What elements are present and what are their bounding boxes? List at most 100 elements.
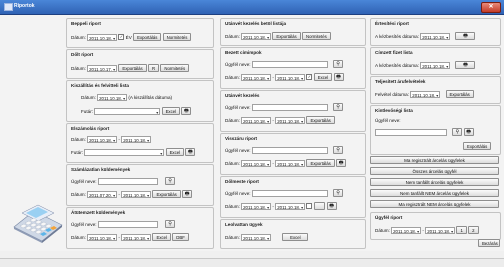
- ugyfel-input[interactable]: [97, 177, 158, 185]
- window-titlebar: Riportok ✕: [0, 0, 504, 15]
- ugyfel-label: Ügyfél neve:: [225, 190, 251, 196]
- export-button[interactable]: Exportálás: [272, 32, 301, 40]
- excel-button[interactable]: Excel: [165, 148, 185, 156]
- print-icon[interactable]: 🖶: [463, 128, 474, 136]
- date-from-picker[interactable]: 2011.10.18.: [241, 202, 272, 211]
- date-to-picker[interactable]: 2011.10.18.: [121, 190, 152, 199]
- ugyfel-input[interactable]: [251, 103, 328, 111]
- print-icon[interactable]: 🖶: [455, 32, 476, 40]
- binoculars-icon[interactable]: ⚲: [333, 189, 344, 197]
- normal-button[interactable]: Normitetés: [301, 32, 331, 40]
- close-button[interactable]: Bezárás: [478, 239, 500, 247]
- wide-button-2[interactable]: Összes árcelás ügyfél: [370, 167, 499, 175]
- date-picker[interactable]: 2011.10.17.: [87, 64, 118, 73]
- export-button[interactable]: Exportálás: [133, 33, 162, 41]
- excel-button[interactable]: Excel: [313, 73, 333, 81]
- date-picker[interactable]: 2011.10.18.: [97, 94, 128, 102]
- wide-button-4[interactable]: Nem tanfállt NEM árcelás ügyfelek: [370, 189, 499, 197]
- binoculars-icon[interactable]: ⚲: [452, 128, 463, 136]
- date-to-picker[interactable]: 2011.10.18.: [121, 233, 152, 242]
- ev-checkbox[interactable]: ✓: [118, 34, 125, 40]
- print-icon[interactable]: 🖶: [336, 159, 347, 167]
- date-to-picker[interactable]: 2011.10.18.: [425, 226, 456, 235]
- futar-select[interactable]: [94, 107, 161, 116]
- group-header: Dőlt riport: [71, 52, 94, 57]
- print-icon[interactable]: 🖶: [326, 202, 337, 210]
- binoculars-icon[interactable]: ⚲: [165, 177, 176, 185]
- group-cimzett-fizet: Címzett fizet lista A kézbesítés dátuma:…: [370, 47, 501, 75]
- date-from-picker[interactable]: 2011.10.18.: [87, 136, 118, 144]
- option-checkbox[interactable]: [306, 203, 313, 209]
- normal-button[interactable]: Normitetés: [160, 64, 190, 72]
- excel-button[interactable]: [313, 202, 326, 210]
- ugyfel-input[interactable]: [251, 60, 328, 68]
- ugyfel-input[interactable]: [375, 128, 447, 136]
- ugyfel-input[interactable]: [251, 146, 328, 154]
- ugyfel-input[interactable]: [251, 189, 328, 197]
- option-checkbox[interactable]: ✓: [306, 74, 313, 80]
- binoculars-icon[interactable]: ⚲: [333, 103, 344, 111]
- date-label: Dátum:: [225, 234, 240, 240]
- date-from-picker[interactable]: 2011.10.18.: [241, 116, 272, 125]
- print-icon[interactable]: 🖶: [185, 148, 196, 156]
- print-icon[interactable]: 🖶: [333, 73, 344, 81]
- futar-label: Futár:: [71, 149, 83, 155]
- group-teljesitett-arufelvetelek: Teljesített árufelvételek Felvétel dátum…: [370, 76, 501, 104]
- wide-button-1[interactable]: Ma regisztrált árcelás ügyfelek: [370, 156, 499, 164]
- export-button[interactable]: Exportálás: [152, 190, 181, 198]
- date-picker[interactable]: 2011.10.18.: [87, 33, 118, 42]
- calculator-icon: [13, 204, 63, 243]
- option-2-button[interactable]: 2: [468, 226, 479, 234]
- date-to-picker[interactable]: 2011.10.18.: [275, 202, 306, 211]
- date-to-picker[interactable]: 2011.10.18.: [275, 116, 306, 125]
- option-1-button[interactable]: 1: [456, 226, 467, 234]
- date-from-picker[interactable]: 2011.10.18.: [241, 73, 272, 82]
- ev-label: ÉV: [125, 34, 132, 40]
- ugyfel-label: Ügyfél neve:: [225, 61, 251, 67]
- date-from-picker[interactable]: 2011.10.18.: [87, 233, 118, 242]
- date-label: Felvétel dátuma:: [375, 91, 409, 97]
- date-to-picker[interactable]: 2011.10.18.: [275, 73, 306, 82]
- print-icon[interactable]: 🖶: [455, 61, 476, 69]
- date-picker[interactable]: 2011.10.18.: [420, 61, 451, 70]
- wide-button-5[interactable]: Ma regisztrált NEM árcelás ügyfelek: [370, 200, 499, 208]
- excel-button[interactable]: Excel: [161, 107, 181, 115]
- group-header: Bezett címimpok: [225, 50, 262, 55]
- date-label: Dátum:: [225, 33, 240, 39]
- date-picker[interactable]: 2011.10.18.: [410, 90, 441, 99]
- futar-label: Futár:: [81, 108, 93, 114]
- export-button[interactable]: Exportálás: [445, 90, 474, 98]
- futar-select[interactable]: [84, 148, 165, 157]
- export-button[interactable]: Exportálás: [118, 64, 147, 72]
- date-to-picker[interactable]: 2011.10.18.: [275, 159, 306, 168]
- group-header: Utánvét kezelés: [225, 93, 260, 98]
- excel-button[interactable]: Excel: [282, 233, 309, 241]
- wide-button-3[interactable]: Nem tanfállt árcelás ügyfelek: [370, 178, 499, 186]
- export-button[interactable]: Exportálás: [306, 159, 335, 167]
- date-from-picker[interactable]: 2011.07.20.: [87, 190, 118, 199]
- print-icon[interactable]: 🖶: [181, 107, 192, 115]
- binoculars-icon[interactable]: ⚲: [333, 60, 344, 68]
- hint-label: (A kiszállítás dátuma): [128, 95, 173, 100]
- date-to-picker[interactable]: 2011.10.18.: [121, 136, 152, 144]
- excel-button[interactable]: Excel: [152, 233, 171, 241]
- date-label: Dátum:: [225, 74, 240, 80]
- window-title: Riportok: [14, 3, 35, 9]
- date-picker[interactable]: 2011.10.18.: [241, 233, 272, 242]
- print-icon[interactable]: 🖶: [182, 190, 193, 198]
- r-button[interactable]: R: [147, 64, 160, 72]
- binoculars-icon[interactable]: ⚲: [333, 146, 344, 154]
- ugyfel-input[interactable]: [97, 220, 158, 228]
- group-header: Visszáru riport: [225, 136, 258, 141]
- export-button[interactable]: Exportálás: [463, 142, 492, 150]
- date-picker[interactable]: 2011.10.18.: [241, 32, 272, 41]
- date-from-picker[interactable]: 2011.10.18.: [391, 226, 422, 235]
- dbf-button[interactable]: DBF: [172, 233, 189, 241]
- group-utanvet-kezeles: Utánvét kezelés Ügyfél neve: ⚲ Dátum: 20…: [220, 90, 366, 132]
- date-from-picker[interactable]: 2011.10.18.: [241, 159, 272, 168]
- close-window-button[interactable]: ✕: [481, 2, 501, 13]
- export-button[interactable]: Exportálás: [306, 116, 335, 124]
- date-picker[interactable]: 2011.10.18.: [420, 32, 451, 41]
- normal-button[interactable]: Normitetés: [162, 33, 192, 41]
- binoculars-icon[interactable]: ⚲: [165, 220, 176, 228]
